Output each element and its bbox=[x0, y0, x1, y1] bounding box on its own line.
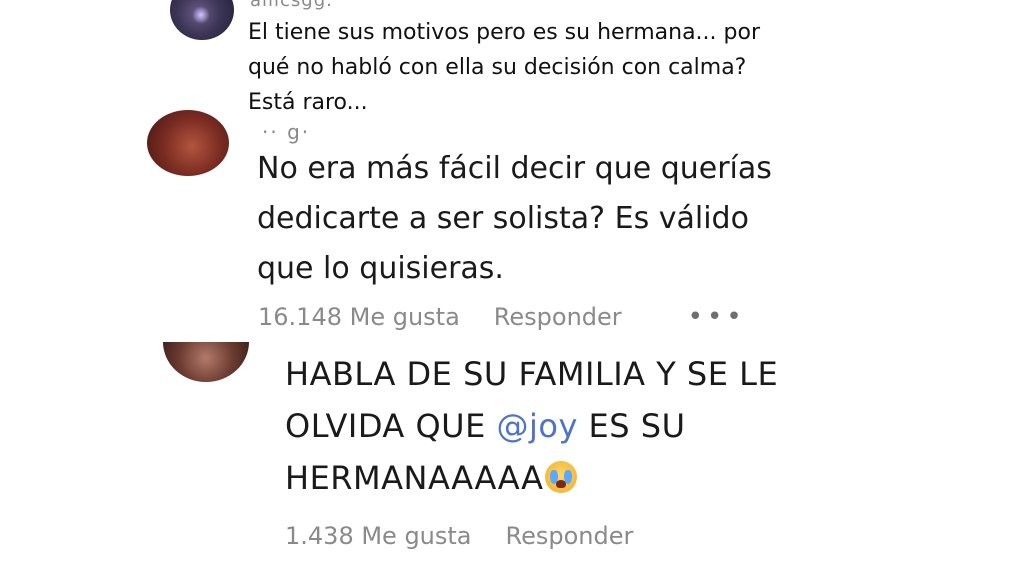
more-options-icon[interactable]: ••• bbox=[688, 304, 746, 330]
avatar[interactable] bbox=[147, 110, 229, 176]
comment-text-line: El tiene sus motivos pero es su hermana.… bbox=[248, 20, 760, 45]
comment-text-line: HERMANAAAAA bbox=[285, 452, 778, 504]
comment-username[interactable]: aliicsgg. bbox=[250, 0, 333, 11]
comment-2: ·· g· No era más fácil decir que querías… bbox=[0, 110, 1024, 345]
comment-text-line: dedicarte a ser solista? Es válido bbox=[257, 201, 749, 236]
avatar[interactable] bbox=[163, 342, 249, 382]
comment-text-line: Está raro... bbox=[248, 90, 368, 115]
comment-text-line: OLVIDA QUE @joy ES SU bbox=[285, 400, 778, 452]
user-mention-link[interactable]: @joy bbox=[496, 407, 577, 445]
comment-username[interactable]: ·· g· bbox=[262, 120, 310, 144]
comment-text-line: No era más fácil decir que querías bbox=[257, 151, 772, 186]
comment-text-segment: HERMANAAAAA bbox=[285, 459, 544, 497]
comment-text-segment: OLVIDA QUE bbox=[285, 407, 497, 445]
comment-text-line: qué no habló con ella su decisión con ca… bbox=[248, 55, 747, 80]
comment-meta: 16.148 Me gusta Responder ••• bbox=[258, 303, 746, 331]
reply-button[interactable]: Responder bbox=[506, 522, 634, 550]
avatar-sparkle bbox=[192, 6, 210, 24]
likes-count[interactable]: 1.438 Me gusta bbox=[285, 522, 472, 550]
comment-text-line: que lo quisieras. bbox=[257, 251, 504, 286]
reply-button[interactable]: Responder bbox=[494, 303, 622, 331]
crying-face-icon bbox=[545, 461, 578, 493]
likes-count[interactable]: 16.148 Me gusta bbox=[258, 303, 460, 331]
avatar[interactable] bbox=[170, 0, 234, 40]
comment-meta: 1.438 Me gusta Responder bbox=[285, 522, 633, 550]
comment-text-line: HABLA DE SU FAMILIA Y SE LE bbox=[285, 355, 779, 393]
comment-text: HABLA DE SU FAMILIA Y SE LE OLVIDA QUE @… bbox=[285, 348, 778, 504]
comment-text: El tiene sus motivos pero es su hermana.… bbox=[248, 15, 760, 120]
comment-text-segment: ES SU bbox=[577, 407, 686, 445]
comment-text: No era más fácil decir que querías dedic… bbox=[257, 144, 772, 294]
comment-1: aliicsgg. El tiene sus motivos pero es s… bbox=[0, 0, 1024, 130]
comment-3: HABLA DE SU FAMILIA Y SE LE OLVIDA QUE @… bbox=[0, 342, 1024, 576]
emoji-mouth bbox=[556, 480, 567, 488]
